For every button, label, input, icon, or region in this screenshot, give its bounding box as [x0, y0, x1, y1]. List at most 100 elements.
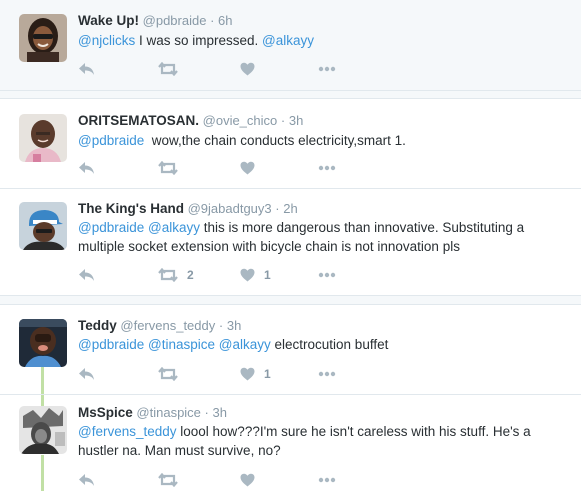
separator: ·	[280, 113, 286, 128]
separator: ·	[218, 318, 224, 333]
more-button[interactable]	[318, 365, 336, 383]
like-button[interactable]: 1	[240, 365, 271, 383]
tweet-text-body: electrocution buffet	[270, 337, 389, 352]
conversation-gap	[0, 295, 581, 305]
separator: ·	[210, 13, 215, 28]
like-button[interactable]	[240, 471, 255, 489]
tweet-text: @njclicks I was so impressed. @alkayy	[78, 31, 568, 50]
like-count: 1	[264, 367, 271, 381]
timestamp[interactable]: 3h	[227, 318, 241, 333]
tweet-card[interactable]: Wake Up! @pdbraide · 6h @njclicks I was …	[0, 0, 581, 90]
more-button[interactable]	[318, 471, 336, 489]
heart-icon	[240, 62, 255, 76]
author-name[interactable]: Wake Up!	[78, 13, 139, 28]
retweet-icon	[158, 367, 178, 381]
tweet-header: Teddy @fervens_teddy · 3h	[78, 317, 241, 335]
tweet-card[interactable]: MsSpice @tinaspice · 3h @fervens_teddy l…	[0, 395, 581, 491]
mention-link[interactable]: @fervens_teddy	[78, 424, 177, 439]
reply-button[interactable]	[78, 365, 95, 383]
retweet-icon	[158, 268, 178, 282]
retweet-icon	[158, 62, 178, 76]
mention-link[interactable]: @alkayy	[219, 337, 271, 352]
author-handle[interactable]: @pdbraide	[143, 13, 207, 28]
avatar[interactable]	[19, 114, 67, 162]
tweet-card[interactable]: Teddy @fervens_teddy · 3h @pdbraide @tin…	[0, 306, 581, 394]
reply-icon	[78, 367, 95, 381]
mention-link[interactable]: @alkayy	[148, 220, 200, 235]
tweet-text: @fervens_teddy loool how???I'm sure he i…	[78, 422, 568, 460]
avatar[interactable]	[19, 319, 67, 367]
reply-button[interactable]	[78, 60, 95, 78]
tweet-header: ORITSEMATOSAN. @ovie_chico · 3h	[78, 112, 303, 130]
tweet-header: Wake Up! @pdbraide · 6h	[78, 12, 233, 30]
tweet-header: MsSpice @tinaspice · 3h	[78, 404, 227, 422]
more-button[interactable]	[318, 60, 336, 78]
separator: ·	[275, 201, 280, 216]
tweet-card[interactable]: The King's Hand @9jabadtguy3 · 2h @pdbra…	[0, 189, 581, 295]
more-button[interactable]	[318, 266, 336, 284]
tweet-text: @pdbraide wow,the chain conducts electri…	[78, 131, 568, 150]
tweet-actions: 1	[78, 365, 378, 383]
retweet-button[interactable]	[158, 159, 178, 177]
avatar[interactable]	[19, 406, 67, 454]
tweet-actions	[78, 159, 378, 177]
tweet-text-body: wow,the chain conducts electricity,smart…	[144, 133, 406, 148]
reply-icon	[78, 473, 95, 487]
reply-button[interactable]	[78, 471, 95, 489]
like-button[interactable]: 1	[240, 266, 271, 284]
tweet-text-body: I was so impressed.	[135, 33, 263, 48]
timestamp[interactable]: 2h	[283, 201, 297, 216]
tweet-actions	[78, 60, 378, 78]
more-button[interactable]	[318, 159, 336, 177]
heart-icon	[240, 367, 255, 381]
tweet-text: @pdbraide @alkayy this is more dangerous…	[78, 218, 568, 256]
retweet-button[interactable]	[158, 365, 178, 383]
tweet-text-body: this is more dangerous than innovative. …	[78, 220, 525, 254]
more-icon	[318, 165, 336, 171]
like-count: 1	[264, 268, 271, 282]
retweet-count: 2	[187, 268, 194, 282]
more-icon	[318, 66, 336, 72]
timestamp[interactable]: 6h	[218, 13, 232, 28]
reply-icon	[78, 62, 95, 76]
more-icon	[318, 371, 336, 377]
timestamp[interactable]: 3h	[213, 405, 227, 420]
author-name[interactable]: The King's Hand	[78, 201, 184, 216]
author-handle[interactable]: @tinaspice	[136, 405, 201, 420]
avatar[interactable]	[19, 14, 67, 62]
timestamp[interactable]: 3h	[289, 113, 303, 128]
mention-link[interactable]: @pdbraide	[78, 133, 144, 148]
tweet-actions	[78, 471, 378, 489]
more-icon	[318, 272, 336, 278]
mention-link[interactable]: @alkayy	[262, 33, 314, 48]
mention-link[interactable]: @njclicks	[78, 33, 135, 48]
mention-link[interactable]: @pdbraide	[78, 337, 144, 352]
retweet-button[interactable]	[158, 60, 178, 78]
reply-icon	[78, 161, 95, 175]
avatar[interactable]	[19, 202, 67, 250]
author-handle[interactable]: @fervens_teddy	[120, 318, 215, 333]
author-name[interactable]: Teddy	[78, 318, 117, 333]
reply-icon	[78, 268, 95, 282]
retweet-icon	[158, 161, 178, 175]
heart-icon	[240, 268, 255, 282]
author-name[interactable]: ORITSEMATOSAN.	[78, 113, 199, 128]
author-handle[interactable]: @9jabadtguy3	[188, 201, 272, 216]
more-icon	[318, 477, 336, 483]
mention-link[interactable]: @tinaspice	[148, 337, 215, 352]
like-button[interactable]	[240, 60, 255, 78]
heart-icon	[240, 473, 255, 487]
separator: ·	[204, 405, 209, 420]
reply-button[interactable]	[78, 266, 95, 284]
tweet-card[interactable]: ORITSEMATOSAN. @ovie_chico · 3h @pdbraid…	[0, 100, 581, 188]
retweet-button[interactable]	[158, 471, 178, 489]
like-button[interactable]	[240, 159, 255, 177]
reply-button[interactable]	[78, 159, 95, 177]
tweet-header: The King's Hand @9jabadtguy3 · 2h	[78, 200, 298, 218]
conversation-gap	[0, 90, 581, 99]
retweet-button[interactable]: 2	[158, 266, 194, 284]
author-handle[interactable]: @ovie_chico	[203, 113, 278, 128]
mention-link[interactable]: @pdbraide	[78, 220, 144, 235]
retweet-icon	[158, 473, 178, 487]
author-name[interactable]: MsSpice	[78, 405, 133, 420]
